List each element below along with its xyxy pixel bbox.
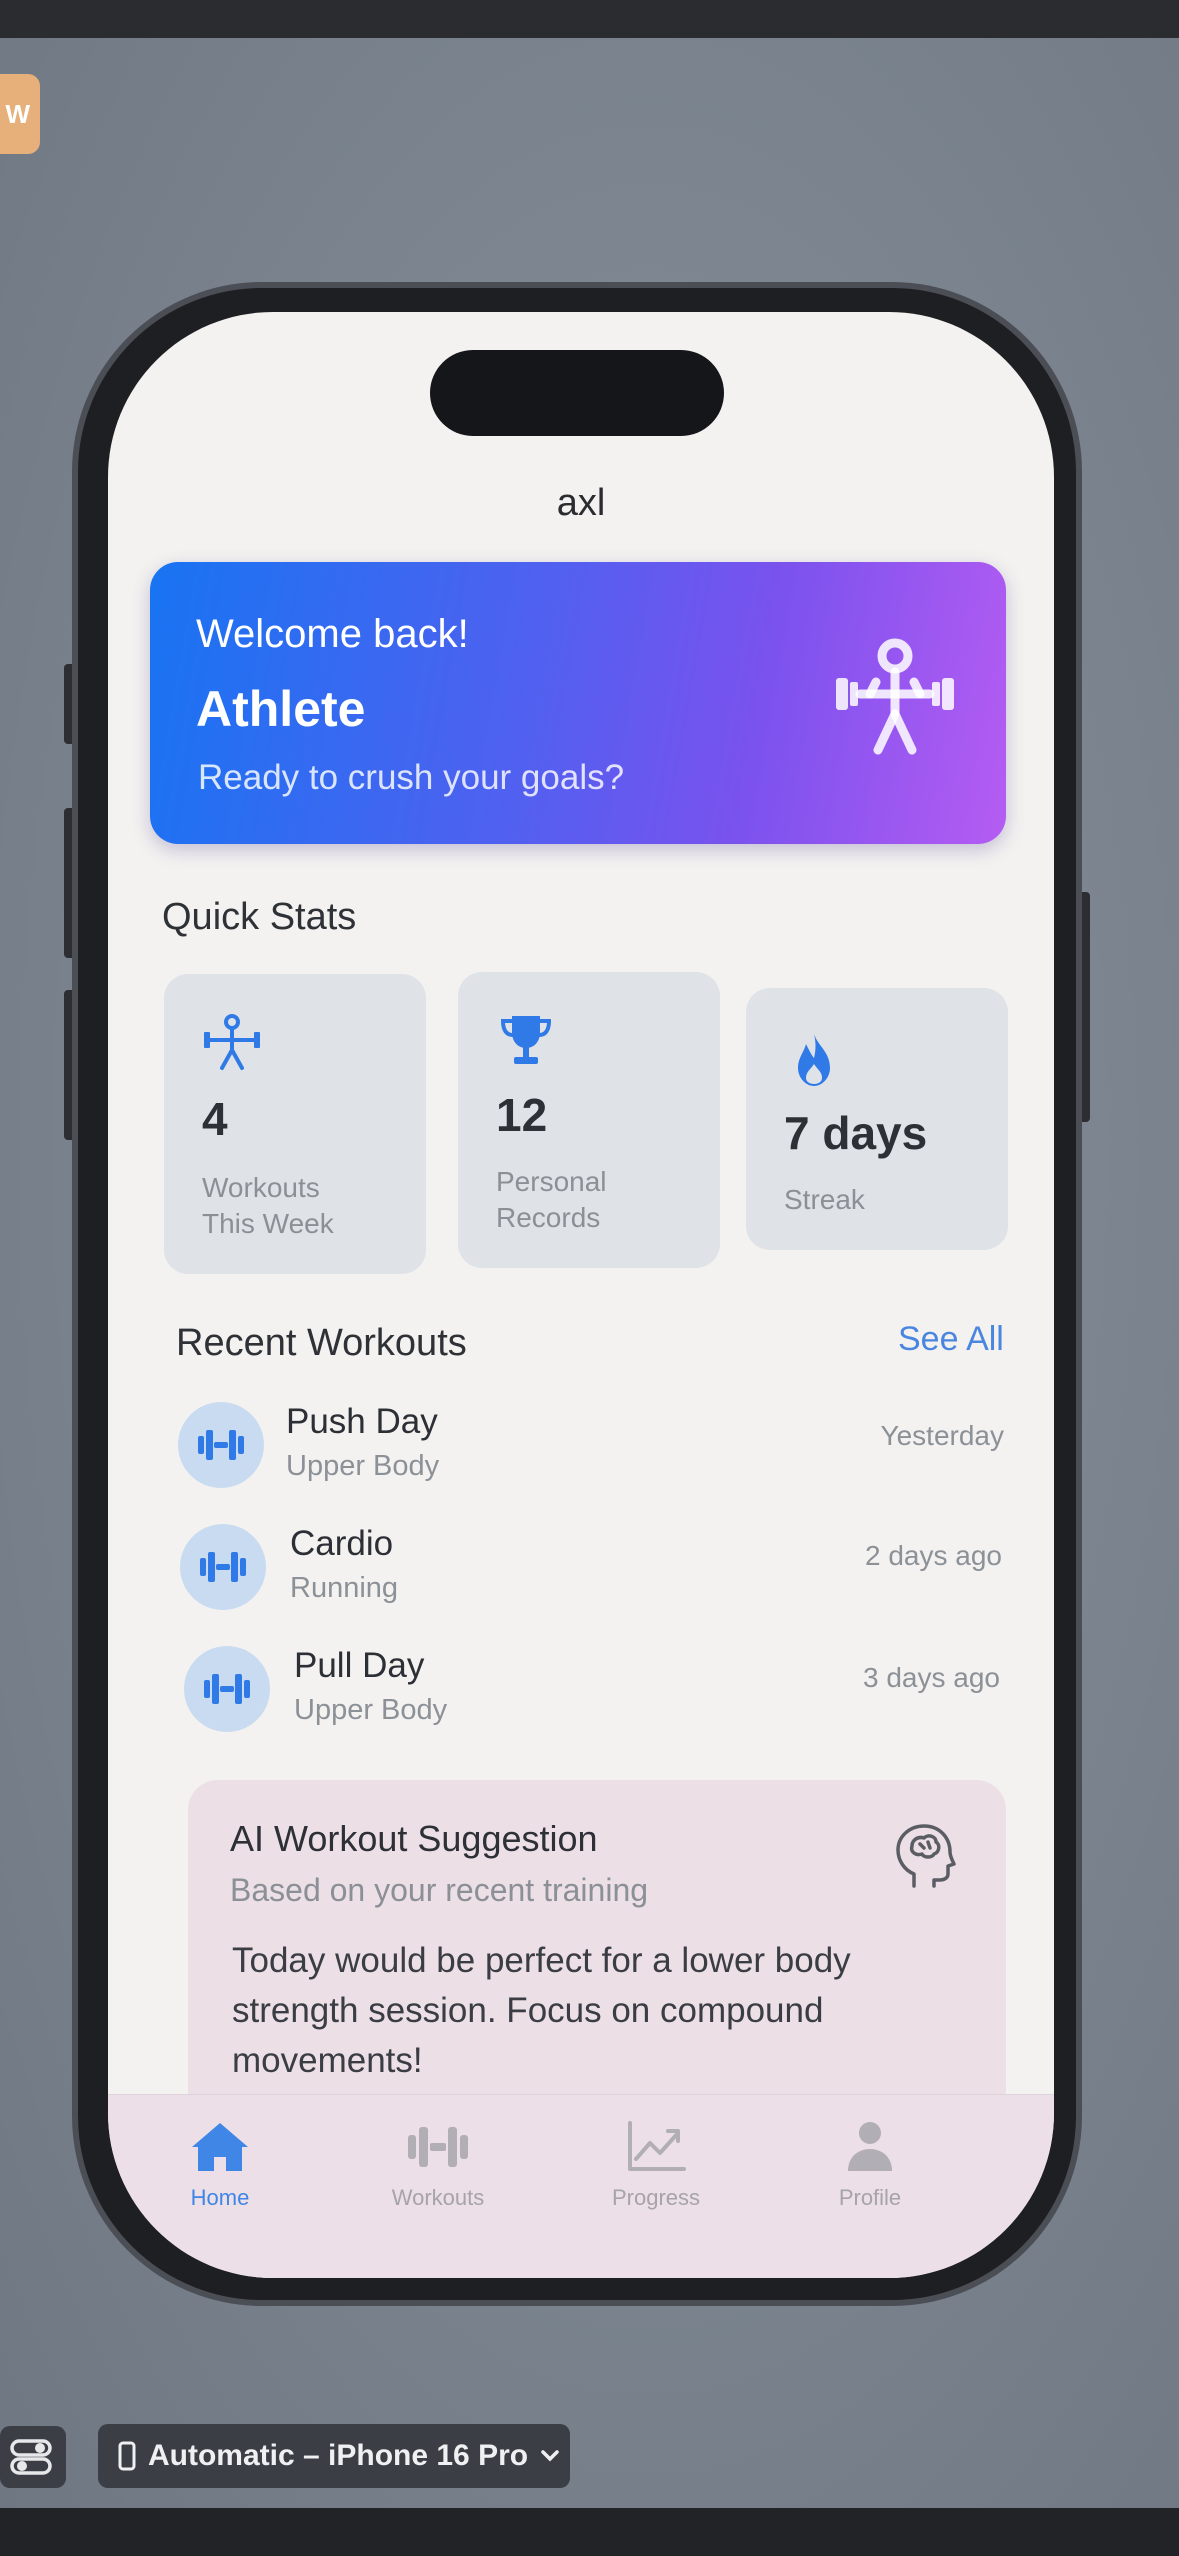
tab-workouts[interactable]: Workouts <box>348 2119 528 2211</box>
person-icon <box>848 2122 892 2171</box>
chart-line-icon <box>628 2121 686 2171</box>
run-destination-label: Automatic – iPhone 16 Pro <box>148 2439 529 2472</box>
iphone-icon <box>118 2441 136 2471</box>
weightlifter-icon <box>836 638 954 755</box>
ai-suggestion-subtitle: Based on your recent training <box>230 1872 649 1908</box>
window-corner-badge[interactable]: W <box>0 74 40 154</box>
stat-label: Personal Records <box>496 1164 607 1236</box>
stat-card-workouts[interactable]: 4 Workouts This Week <box>164 974 426 1274</box>
workout-time: 3 days ago <box>863 1662 1000 1693</box>
stat-value: 12 <box>496 1089 548 1141</box>
workout-icon-circle <box>180 1524 266 1610</box>
stat-label-line2: Records <box>496 1202 601 1233</box>
welcome-subtitle: Ready to crush your goals? <box>198 758 625 797</box>
stat-card-records[interactable]: 12 Personal Records <box>458 972 720 1268</box>
dumbbell-icon <box>200 1552 246 1582</box>
welcome-card[interactable]: Welcome back! Athlete Ready to crush you… <box>150 562 1006 844</box>
stat-label-line2: This Week <box>202 1208 334 1239</box>
dumbbell-icon <box>204 1674 250 1704</box>
house-icon <box>192 2123 248 2171</box>
window-corner-badge-label: W <box>5 98 30 129</box>
tab-label: Home <box>190 2185 250 2210</box>
tab-progress[interactable]: Progress <box>566 2119 746 2211</box>
monitor-bottom-bezel <box>0 2508 1179 2556</box>
workout-category: Upper Body <box>294 1694 448 1726</box>
ai-suggestion-title: AI Workout Suggestion <box>230 1818 598 1859</box>
ai-suggestion-body: Today would be perfect for a lower body … <box>232 1941 851 2080</box>
workout-name: Push Day <box>286 1402 438 1441</box>
workout-category: Upper Body <box>286 1450 440 1482</box>
workout-row-pull-day[interactable]: Pull Day Upper Body 3 days ago <box>108 1646 1054 1746</box>
workout-icon-circle <box>184 1646 270 1732</box>
workout-icon-circle <box>178 1402 264 1488</box>
stat-label-line1: Streak <box>784 1184 865 1215</box>
workout-name: Pull Day <box>294 1646 425 1685</box>
run-destination-selector[interactable]: Automatic – iPhone 16 Pro <box>98 2424 570 2488</box>
quick-stats-title: Quick Stats <box>162 896 357 938</box>
see-all-link[interactable]: See All <box>898 1320 1004 1359</box>
nav-title: axl <box>556 482 606 524</box>
workout-row-push-day[interactable]: Push Day Upper Body Yesterday <box>108 1402 1054 1502</box>
dumbbell-icon <box>198 1430 244 1460</box>
stat-card-streak[interactable]: 7 days Streak <box>746 988 1008 1250</box>
workout-category: Running <box>290 1572 399 1604</box>
welcome-greeting: Welcome back! <box>196 612 469 656</box>
stat-label-line1: Workouts <box>202 1172 320 1203</box>
workout-name: Cardio <box>290 1524 394 1563</box>
dumbbell-icon <box>408 2127 468 2167</box>
workout-time: 2 days ago <box>865 1540 1002 1571</box>
monitor-top-bezel <box>0 0 1179 38</box>
iphone-screen: axl Welcome back! Athlete Ready to crush… <box>108 312 1054 2278</box>
stat-value: 7 days <box>784 1107 928 1159</box>
tab-label: Profile <box>838 2185 902 2210</box>
stat-label: Workouts This Week <box>202 1170 334 1242</box>
workout-time: Yesterday <box>880 1420 1005 1451</box>
stat-label-line1: Personal <box>496 1166 607 1197</box>
flame-icon <box>798 1034 830 1086</box>
stat-label: Streak <box>784 1182 865 1218</box>
tab-home[interactable]: Home <box>130 2119 310 2211</box>
welcome-name: Athlete <box>196 681 366 737</box>
weightlifter-icon <box>204 1014 260 1070</box>
tab-profile[interactable]: Profile <box>780 2119 960 2211</box>
tab-bar: Home Workouts Progress Profile <box>108 2094 1054 2278</box>
tab-label: Workouts <box>391 2185 485 2210</box>
workout-row-cardio[interactable]: Cardio Running 2 days ago <box>108 1524 1054 1624</box>
stat-value: 4 <box>202 1093 228 1145</box>
tab-label: Progress <box>611 2185 701 2210</box>
dynamic-island <box>430 350 724 436</box>
device-settings-button[interactable] <box>0 2426 66 2488</box>
trophy-icon <box>500 1016 552 1064</box>
toggles-icon <box>10 2439 52 2475</box>
chevron-down-icon <box>541 2450 559 2462</box>
recent-workouts-title: Recent Workouts <box>176 1322 467 1364</box>
brain-head-icon <box>896 1824 956 1888</box>
